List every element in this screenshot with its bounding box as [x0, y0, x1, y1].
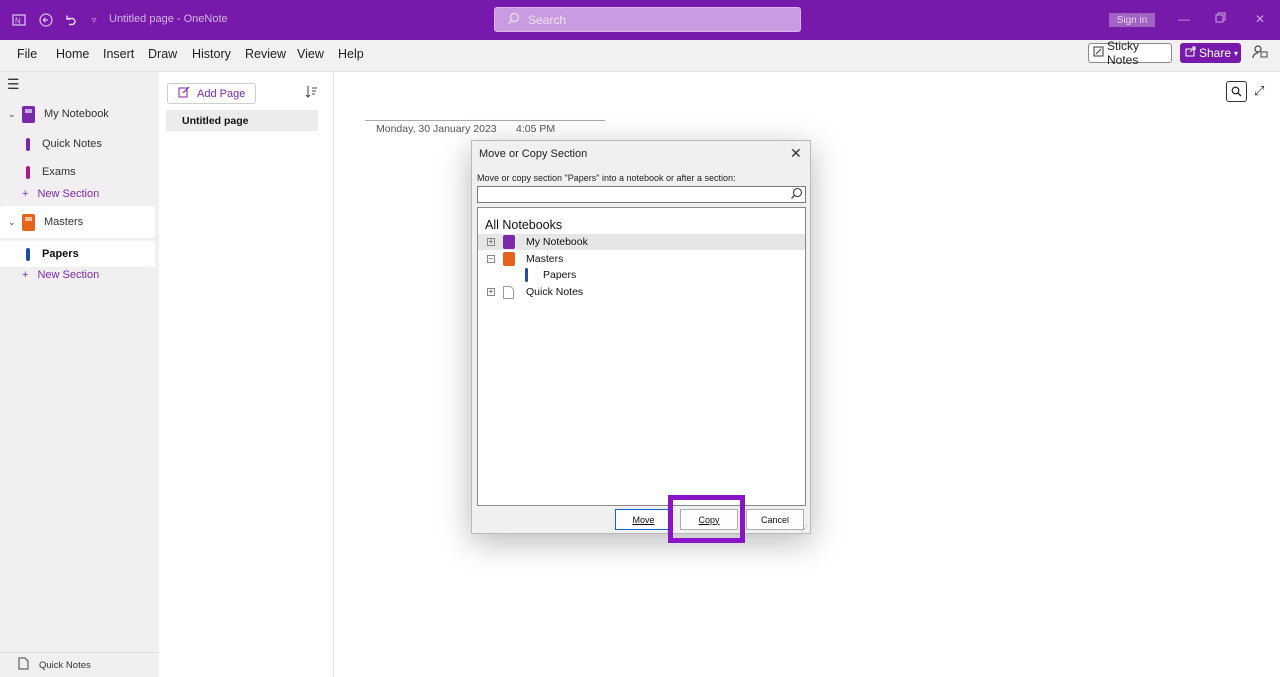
- menu-help[interactable]: Help: [338, 47, 364, 61]
- menu-insert[interactable]: Insert: [103, 47, 134, 61]
- quick-access-dropdown-icon[interactable]: ▿: [85, 11, 103, 29]
- notebook-navigation: ☰ ⌄ My Notebook Quick Notes Exams + New …: [0, 72, 159, 677]
- dialog-prompt: Move or copy section "Papers" into a not…: [477, 173, 736, 183]
- section-tab-marker: [26, 137, 30, 151]
- plus-icon: +: [22, 269, 29, 281]
- tree-item-quick-notes[interactable]: + Quick Notes: [478, 284, 805, 300]
- sticky-notes-button[interactable]: Sticky Notes: [1088, 39, 1172, 67]
- search-icon[interactable]: [790, 187, 803, 203]
- share-label: Share: [1199, 46, 1232, 60]
- share-button[interactable]: Share ▾: [1180, 43, 1241, 63]
- search-icon: [507, 12, 520, 28]
- minimize-icon[interactable]: —: [1178, 12, 1190, 26]
- add-page-icon: [178, 86, 190, 101]
- add-page-button[interactable]: Add Page: [167, 83, 256, 104]
- expand-icon[interactable]: ⤢: [1254, 83, 1264, 99]
- page-icon: [503, 285, 514, 299]
- dialog-title: Move or Copy Section: [479, 148, 588, 160]
- quick-notes-footer[interactable]: Quick Notes: [0, 652, 159, 677]
- section-label: Quick Notes: [42, 138, 102, 150]
- section-label: Papers: [42, 248, 79, 260]
- tree-item-papers[interactable]: Papers: [478, 267, 805, 283]
- chevron-down-icon[interactable]: ⌄: [8, 217, 16, 228]
- share-icon: [1185, 46, 1196, 60]
- window-title: Untitled page - OneNote: [109, 13, 228, 25]
- section-label: Exams: [42, 166, 76, 178]
- cancel-button[interactable]: Cancel: [746, 509, 804, 530]
- page-list: Add Page Untitled page: [159, 72, 334, 677]
- notebook-icon: [503, 235, 515, 249]
- menu-draw[interactable]: Draw: [148, 47, 177, 61]
- page-icon: [18, 657, 29, 673]
- resize-grip-icon[interactable]: ⋰: [801, 525, 808, 533]
- notebook-tree: All Notebooks + My Notebook − Masters Pa…: [477, 207, 806, 506]
- menu-review[interactable]: Review: [245, 47, 286, 61]
- notebook-icon: [503, 252, 515, 266]
- sticky-notes-icon: [1093, 46, 1104, 60]
- section-tab-marker: [26, 165, 30, 179]
- page-untitled[interactable]: Untitled page: [166, 110, 318, 131]
- tree-item-label: Papers: [543, 269, 577, 281]
- page-time: 4:05 PM: [516, 123, 556, 135]
- onenote-app-icon: N: [10, 11, 28, 29]
- close-icon[interactable]: ✕: [790, 145, 802, 162]
- chevron-down-icon: ▾: [1234, 48, 1239, 58]
- menu-home[interactable]: Home: [56, 47, 89, 61]
- notebook-label: Masters: [44, 216, 84, 228]
- section-exams[interactable]: Exams: [0, 159, 155, 185]
- quick-notes-label: Quick Notes: [39, 659, 91, 671]
- new-section-label: New Section: [37, 188, 100, 200]
- close-window-icon[interactable]: ✕: [1255, 12, 1265, 26]
- tree-item-label: Masters: [526, 253, 564, 265]
- hamburger-menu-icon[interactable]: ☰: [7, 76, 20, 93]
- section-papers[interactable]: Papers: [0, 241, 155, 267]
- chevron-down-icon[interactable]: ⌄: [8, 109, 16, 120]
- menu-history[interactable]: History: [192, 47, 231, 61]
- tree-root-label: All Notebooks: [485, 218, 563, 232]
- sign-in-button[interactable]: Sign in: [1109, 13, 1155, 27]
- tree-item-masters[interactable]: − Masters: [478, 251, 805, 267]
- feedback-icon[interactable]: [1252, 44, 1268, 63]
- notebook-my-notebook[interactable]: ⌄ My Notebook: [0, 98, 155, 130]
- notebook-icon: [22, 213, 35, 231]
- expand-icon[interactable]: +: [487, 238, 495, 246]
- notebook-masters[interactable]: ⌄ Masters: [0, 206, 155, 238]
- search-input[interactable]: Search: [494, 7, 801, 32]
- add-page-label: Add Page: [197, 87, 246, 100]
- sticky-notes-label: Sticky Notes: [1107, 39, 1140, 67]
- back-icon[interactable]: [37, 11, 55, 29]
- restore-icon[interactable]: [1215, 12, 1226, 26]
- dialog-search-input[interactable]: [477, 186, 806, 203]
- svg-text:N: N: [15, 17, 21, 26]
- new-section-label: New Section: [37, 269, 100, 281]
- menu-file[interactable]: File: [17, 47, 37, 61]
- new-section-button[interactable]: + New Section: [22, 188, 99, 200]
- menu-view[interactable]: View: [297, 47, 324, 61]
- move-button[interactable]: Move: [615, 509, 672, 530]
- plus-icon: +: [22, 188, 29, 200]
- tree-item-label: My Notebook: [526, 236, 588, 248]
- notebook-label: My Notebook: [44, 108, 109, 120]
- tree-item-label: Quick Notes: [526, 286, 584, 298]
- title-bar: N ▿ Untitled page - OneNote Search Sign …: [0, 0, 1280, 40]
- collapse-icon[interactable]: −: [487, 255, 495, 263]
- page-date: Monday, 30 January 2023: [376, 123, 497, 135]
- section-tab-marker: [26, 247, 30, 261]
- search-icon[interactable]: [1226, 81, 1247, 102]
- undo-icon[interactable]: [61, 11, 79, 29]
- search-placeholder: Search: [528, 12, 567, 27]
- tree-item-my-notebook[interactable]: + My Notebook: [478, 234, 805, 250]
- new-section-button[interactable]: + New Section: [22, 269, 99, 281]
- notebook-icon: [22, 105, 35, 123]
- move-copy-dialog: Move or Copy Section ✕ Move or copy sect…: [471, 140, 811, 534]
- page-title-line[interactable]: [365, 120, 605, 121]
- section-quick-notes[interactable]: Quick Notes: [0, 131, 155, 157]
- section-tab-marker: [525, 268, 528, 282]
- copy-button-highlight: [668, 495, 745, 543]
- sort-icon[interactable]: [305, 85, 318, 101]
- expand-icon[interactable]: +: [487, 288, 495, 296]
